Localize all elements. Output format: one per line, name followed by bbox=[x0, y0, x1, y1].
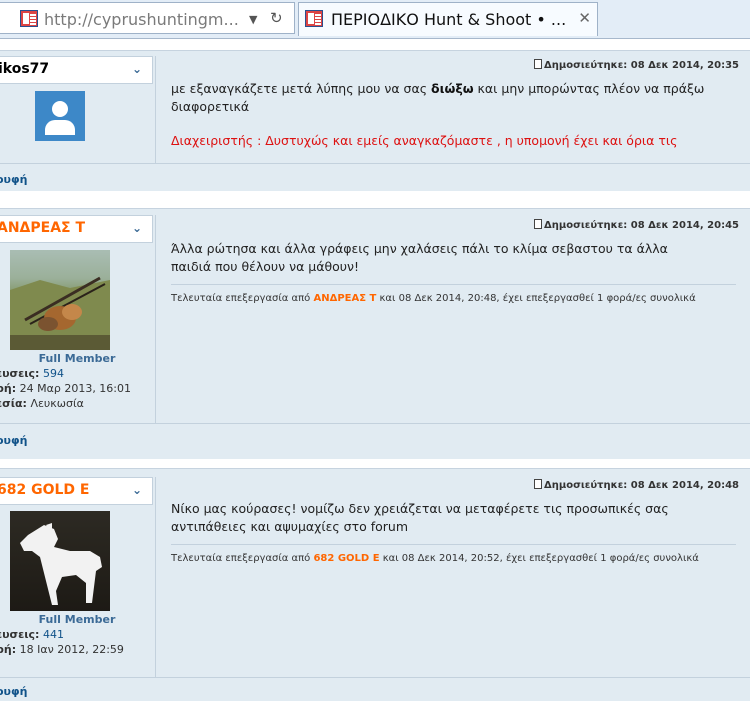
location-value: Λευκωσία bbox=[30, 397, 84, 410]
edit-note: Τελευταία επεξεργασία από ΑΝΔΡΕΑΣ Τ και … bbox=[171, 293, 696, 304]
dog-silhouette-icon bbox=[20, 523, 102, 605]
edit-note: Τελευταία επεξεργασία από 682 GOLD E και… bbox=[171, 553, 699, 564]
back-to-top-link[interactable]: ουφή bbox=[0, 434, 27, 447]
author-name[interactable]: ΑΝΔΡΕΑΣ Τ bbox=[0, 220, 85, 236]
chevron-down-icon[interactable]: ⌄ bbox=[132, 483, 142, 497]
post-footer-line bbox=[0, 423, 750, 424]
post-divider bbox=[155, 56, 156, 163]
post-body-bold: διώξω bbox=[431, 81, 474, 96]
post-footer-line bbox=[0, 677, 750, 678]
back-to-top-link[interactable]: ουφή bbox=[0, 173, 27, 186]
chevron-down-icon[interactable]: ⌄ bbox=[132, 221, 142, 235]
refresh-icon[interactable]: ↻ bbox=[270, 9, 283, 27]
post-1: ikos77 ⌄ Δημοσιεύτηκε: 08 Δεκ 2014, 20:3… bbox=[0, 50, 750, 191]
post-2: ΑΝΔΡΕΑΣ Τ ⌄ Full Member ευσεις: 594 ρή: … bbox=[0, 208, 750, 459]
address-bar[interactable]: http://cyprushuntingm... ▼ ↻ bbox=[0, 2, 295, 34]
back-to-top-link[interactable]: ουφή bbox=[0, 685, 27, 698]
post-icon bbox=[534, 479, 543, 489]
post-date-text: Δημοσιεύτηκε: 08 Δεκ 2014, 20:48 bbox=[544, 480, 739, 491]
hunting-photo-image bbox=[10, 276, 110, 350]
user-rank: Full Member bbox=[38, 613, 116, 626]
joined-label: ρή: bbox=[0, 382, 17, 395]
post-3: 682 GOLD E ⌄ Full Member ευσεις: 441 ρή:… bbox=[0, 468, 750, 701]
avatar bbox=[10, 511, 110, 611]
post-count-value[interactable]: 441 bbox=[43, 628, 64, 641]
address-text[interactable]: http://cyprushuntingm... bbox=[44, 10, 239, 29]
signature-separator bbox=[171, 284, 736, 285]
post-date: Δημοσιεύτηκε: 08 Δεκ 2014, 20:45 bbox=[534, 219, 739, 231]
joined-value: 18 Ιαν 2012, 22:59 bbox=[19, 643, 124, 656]
author-name[interactable]: 682 GOLD E bbox=[0, 482, 89, 498]
avatar bbox=[35, 91, 85, 141]
user-joined: ρή: 24 Μαρ 2013, 16:01 bbox=[0, 381, 131, 396]
author-box[interactable]: ikos77 ⌄ bbox=[0, 56, 153, 84]
author-box[interactable]: 682 GOLD E ⌄ bbox=[0, 477, 153, 505]
post-footer-line bbox=[0, 163, 750, 164]
signature-separator bbox=[171, 544, 736, 545]
post-count-label: ευσεις: bbox=[0, 367, 40, 380]
joined-value: 24 Μαρ 2013, 16:01 bbox=[19, 382, 132, 395]
edit-note-prefix: Τελευταία επεξεργασία από bbox=[171, 553, 314, 564]
tab-title[interactable]: ΠΕΡΙΟΔΙΚΟ Hunt & Shoot • ... bbox=[331, 10, 566, 29]
location-label: εσία: bbox=[0, 397, 27, 410]
chevron-down-icon[interactable]: ⌄ bbox=[132, 62, 142, 76]
user-body-icon bbox=[45, 120, 75, 135]
address-dropdown-icon[interactable]: ▼ bbox=[249, 13, 257, 26]
edit-note-suffix: και 08 Δεκ 2014, 20:48, έχει επεξεργασθε… bbox=[376, 293, 696, 304]
post-date: Δημοσιεύτηκε: 08 Δεκ 2014, 20:48 bbox=[534, 479, 739, 491]
user-post-count: ευσεις: 441 bbox=[0, 627, 64, 642]
user-post-count: ευσεις: 594 bbox=[0, 366, 64, 381]
post-body-text: με εξαναγκάζετε μετά λύπης μου να σας bbox=[171, 81, 431, 96]
author-name[interactable]: ikos77 bbox=[0, 61, 49, 77]
post-icon bbox=[534, 59, 543, 69]
post-count-label: ευσεις: bbox=[0, 628, 40, 641]
author-box[interactable]: ΑΝΔΡΕΑΣ Τ ⌄ bbox=[0, 215, 153, 243]
user-head-icon bbox=[52, 101, 68, 117]
tab-favicon-icon bbox=[305, 10, 323, 27]
post-count-value[interactable]: 594 bbox=[43, 367, 64, 380]
user-joined: ρή: 18 Ιαν 2012, 22:59 bbox=[0, 642, 124, 657]
close-tab-icon[interactable]: ✕ bbox=[578, 9, 591, 27]
post-body: Νίκο μας κούρασες! νομίζω δεν χρειάζεται… bbox=[171, 501, 669, 534]
post-icon bbox=[534, 219, 543, 229]
admin-note: Διαχειριστής : Δυστυχώς και εμείς αναγκα… bbox=[171, 133, 678, 148]
post-body: με εξαναγκάζετε μετά λύπης μου να σας δι… bbox=[171, 80, 711, 116]
edit-note-prefix: Τελευταία επεξεργασία από bbox=[171, 293, 314, 304]
user-location: εσία: Λευκωσία bbox=[0, 396, 84, 411]
user-rank: Full Member bbox=[38, 352, 116, 365]
edit-note-user[interactable]: ΑΝΔΡΕΑΣ Τ bbox=[313, 293, 376, 304]
post-body: Άλλα ρώτησα και άλλα γράφεις μην χαλάσει… bbox=[171, 241, 668, 274]
edit-note-user[interactable]: 682 GOLD E bbox=[313, 553, 379, 564]
edit-note-suffix: και 08 Δεκ 2014, 20:52, έχει επεξεργασθε… bbox=[379, 553, 699, 564]
post-date: Δημοσιεύτηκε: 08 Δεκ 2014, 20:35 bbox=[534, 59, 739, 71]
post-divider bbox=[155, 477, 156, 677]
post-date-text: Δημοσιεύτηκε: 08 Δεκ 2014, 20:35 bbox=[544, 60, 739, 71]
post-divider bbox=[155, 215, 156, 423]
browser-tab-strip: http://cyprushuntingm... ▼ ↻ ΠΕΡΙΟΔΙΚΟ H… bbox=[0, 0, 750, 39]
site-favicon-icon bbox=[20, 10, 38, 27]
avatar bbox=[10, 250, 110, 350]
post-date-text: Δημοσιεύτηκε: 08 Δεκ 2014, 20:45 bbox=[544, 220, 739, 231]
active-tab[interactable]: ΠΕΡΙΟΔΙΚΟ Hunt & Shoot • ... ✕ bbox=[298, 2, 598, 36]
joined-label: ρή: bbox=[0, 643, 17, 656]
